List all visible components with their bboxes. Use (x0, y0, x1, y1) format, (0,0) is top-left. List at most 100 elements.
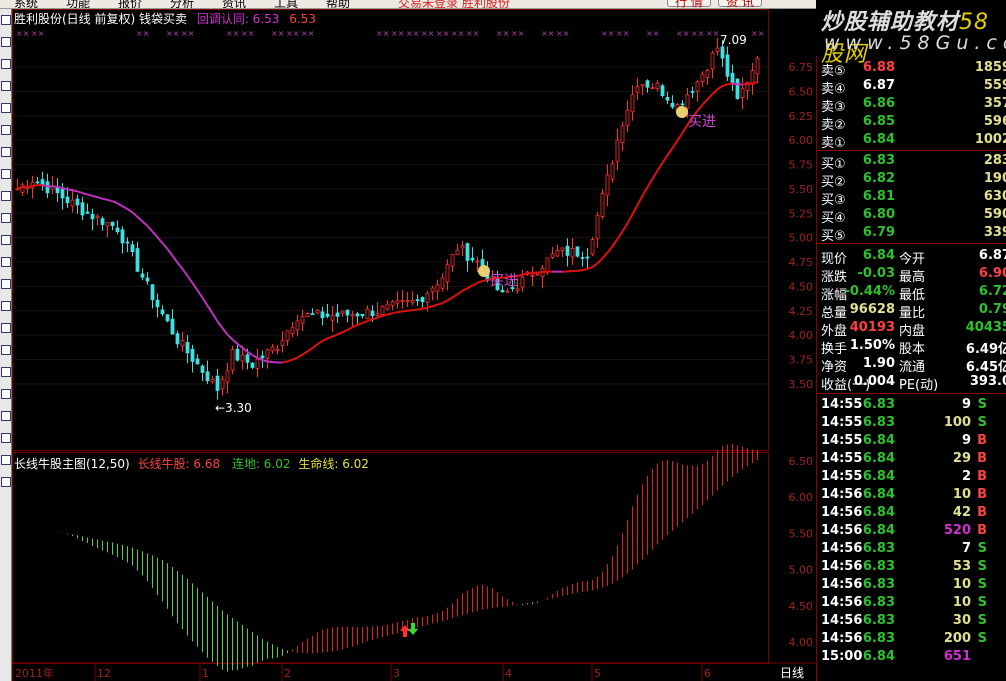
tool-icon[interactable] (1, 235, 11, 245)
kline-chart[interactable]: 6.75 6.50 6.25 6.00 5.75 5.50 5.25 5.00 4.75 4.50… (12, 9, 816, 681)
tool-icon[interactable] (1, 191, 11, 201)
quote-value: 6.90 (978, 266, 1006, 281)
tick-price: 6.84 (862, 487, 895, 502)
ask-volume: 1859 (974, 60, 1006, 75)
candle-body (295, 320, 300, 331)
candle-body (535, 273, 540, 276)
tool-icon[interactable] (1, 411, 11, 421)
tool-icon[interactable] (1, 15, 11, 25)
menu-item[interactable]: 帮助 (326, 0, 350, 8)
tool-icon[interactable] (1, 433, 11, 443)
candle-body (165, 314, 170, 322)
menu-item[interactable]: 分析 (170, 0, 194, 8)
menu-item[interactable]: 资讯 (222, 0, 246, 8)
tool-icon[interactable] (1, 37, 11, 47)
tick-volume: 29 (952, 451, 971, 466)
tool-icon[interactable] (1, 323, 11, 333)
ma-line-segment (67, 188, 73, 192)
tick-side: S (977, 577, 987, 592)
ma-line-segment (102, 197, 108, 201)
signal-marker: ×× (451, 29, 464, 38)
ma-line-segment (422, 306, 428, 310)
tool-icon[interactable] (1, 367, 11, 377)
tick-volume: 30 (952, 613, 971, 628)
candle-body (195, 358, 200, 365)
tick-time: 14:56 (821, 559, 863, 574)
candle-body (110, 221, 115, 226)
tool-icon[interactable] (1, 81, 11, 91)
quote-row: 净资 1.90 流通 6.45亿 (817, 355, 1006, 375)
candle-body (370, 310, 375, 317)
tick-side: S (977, 613, 987, 628)
menu-item[interactable]: 功能 (66, 0, 90, 8)
y-tick-label: 6.50 (789, 85, 814, 98)
tool-icon[interactable] (1, 169, 11, 179)
tool-icon[interactable] (1, 301, 11, 311)
candle-body (340, 310, 345, 314)
candle-body (95, 215, 100, 218)
tool-icon[interactable] (1, 257, 11, 267)
tool-icon[interactable] (1, 455, 11, 465)
buy-signal-label: 买进 (490, 273, 518, 289)
menu-item[interactable]: 报价 (118, 0, 142, 8)
candle-body (605, 174, 610, 196)
tool-icon[interactable] (1, 279, 11, 289)
candle-body (720, 46, 725, 59)
y-tick-label: 3.75 (789, 354, 814, 367)
candle-body (415, 299, 420, 302)
tick-side: S (977, 541, 987, 556)
tick-volume: 651 (943, 649, 971, 664)
bid-label: 买⑤ (821, 229, 846, 244)
candle-body (60, 189, 65, 199)
quote-button[interactable]: 行 情 (667, 0, 711, 8)
news-button[interactable]: 资 讯 (718, 0, 762, 8)
menu-item[interactable]: 工具 (274, 0, 298, 8)
tick-row: 14:56 6.83 7 S (817, 540, 1006, 558)
ma-line-segment (262, 359, 268, 363)
sub-line3: 生命线: 6.02 (298, 457, 369, 471)
candle-body (555, 249, 560, 257)
candle-body (560, 247, 565, 251)
bid-row: 买③6.81630 (817, 188, 1006, 208)
candle-body (65, 196, 70, 204)
candle-body (410, 300, 415, 303)
tool-icon[interactable] (1, 103, 11, 113)
tool-icon[interactable] (1, 213, 11, 223)
tool-icon[interactable] (1, 345, 11, 355)
candle-body (575, 246, 580, 257)
ma-line-segment (732, 82, 738, 86)
quote-row: 换手 1.50% 股本 6.49亿 (817, 337, 1006, 357)
candle-body (285, 330, 290, 341)
period-label[interactable]: 日线 (780, 666, 804, 680)
ask-price: 6.86 (862, 96, 895, 111)
signal-marker: ×× (556, 29, 569, 38)
menu-item[interactable]: 系统 (14, 0, 38, 8)
tick-row: 14:55 6.83 9 S (817, 396, 1006, 414)
candle-body (325, 313, 330, 317)
candle-body (215, 375, 220, 391)
y-tick-label: 4.50 (789, 280, 814, 293)
candle-body (70, 199, 75, 207)
tool-icon[interactable] (1, 125, 11, 135)
tick-row: 14:56 6.83 10 S (817, 594, 1006, 612)
bid-price: 6.81 (862, 189, 895, 204)
signal-marker: ×× (496, 29, 509, 38)
tick-side: B (977, 523, 987, 538)
tick-time: 15:00 (821, 649, 863, 664)
candle-body (265, 349, 270, 359)
tool-icon[interactable] (1, 389, 11, 399)
tool-icon[interactable] (1, 59, 11, 69)
candle-body (475, 260, 480, 263)
tool-icon[interactable] (1, 147, 11, 157)
tool-icon[interactable] (1, 477, 11, 487)
candle-body (320, 311, 325, 319)
tick-volume: 10 (952, 487, 971, 502)
candle-body (390, 301, 395, 306)
ask-volume: 1002 (974, 132, 1006, 147)
tick-time: 14:56 (821, 577, 863, 592)
y-tick-label: 5.00 (789, 232, 814, 245)
high-price-label: 7.09 (720, 33, 747, 47)
tick-time: 14:56 (821, 541, 863, 556)
x-tick-label: 5 (594, 667, 601, 680)
candle-body (705, 69, 710, 78)
